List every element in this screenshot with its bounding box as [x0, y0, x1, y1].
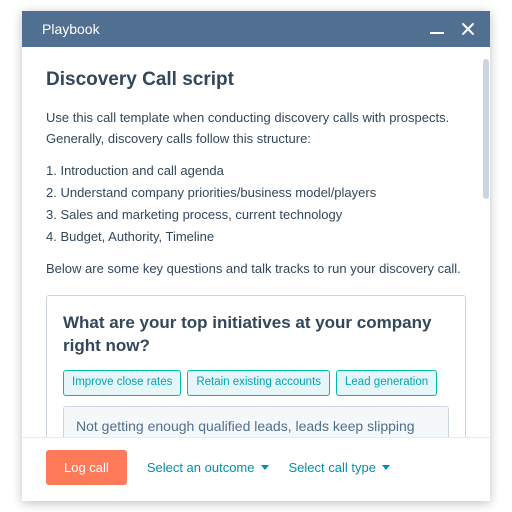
structure-list: 1. Introduction and call agenda 2. Under… — [46, 161, 466, 248]
chip-lead-generation[interactable]: Lead generation — [336, 370, 437, 396]
answer-textarea[interactable]: Not getting enough qualified leads, lead… — [63, 406, 449, 437]
list-item: 3. Sales and marketing process, current … — [46, 205, 466, 225]
titlebar: Playbook — [22, 11, 490, 47]
close-icon[interactable] — [460, 21, 476, 37]
list-item: 1. Introduction and call agenda — [46, 161, 466, 181]
window-controls — [430, 21, 476, 37]
question-prompt: What are your top initiatives at your co… — [63, 312, 449, 358]
question-card: What are your top initiatives at your co… — [46, 295, 466, 437]
list-item: 2. Understand company priorities/busines… — [46, 183, 466, 203]
minimize-icon[interactable] — [430, 21, 444, 37]
list-item: 4. Budget, Authority, Timeline — [46, 227, 466, 247]
scrollbar-thumb[interactable] — [483, 59, 489, 199]
playbook-panel: Playbook Discovery Call script Use this … — [22, 11, 490, 501]
intro-text: Use this call template when conducting d… — [46, 108, 466, 148]
chevron-down-icon — [261, 465, 269, 470]
footer: Log call Select an outcome Select call t… — [22, 437, 490, 501]
below-text: Below are some key questions and talk tr… — [46, 259, 466, 279]
select-outcome-dropdown[interactable]: Select an outcome — [147, 460, 269, 475]
chevron-down-icon — [382, 465, 390, 470]
chip-improve-close-rates[interactable]: Improve close rates — [63, 370, 181, 396]
panel-title: Playbook — [42, 21, 100, 37]
chip-retain-accounts[interactable]: Retain existing accounts — [187, 370, 330, 396]
select-call-type-dropdown[interactable]: Select call type — [289, 460, 390, 475]
select-outcome-label: Select an outcome — [147, 460, 255, 475]
chip-row: Improve close rates Retain existing acco… — [63, 370, 449, 396]
select-call-type-label: Select call type — [289, 460, 376, 475]
log-call-button[interactable]: Log call — [46, 450, 127, 485]
panel-body: Discovery Call script Use this call temp… — [22, 47, 490, 437]
page-title: Discovery Call script — [46, 65, 466, 94]
